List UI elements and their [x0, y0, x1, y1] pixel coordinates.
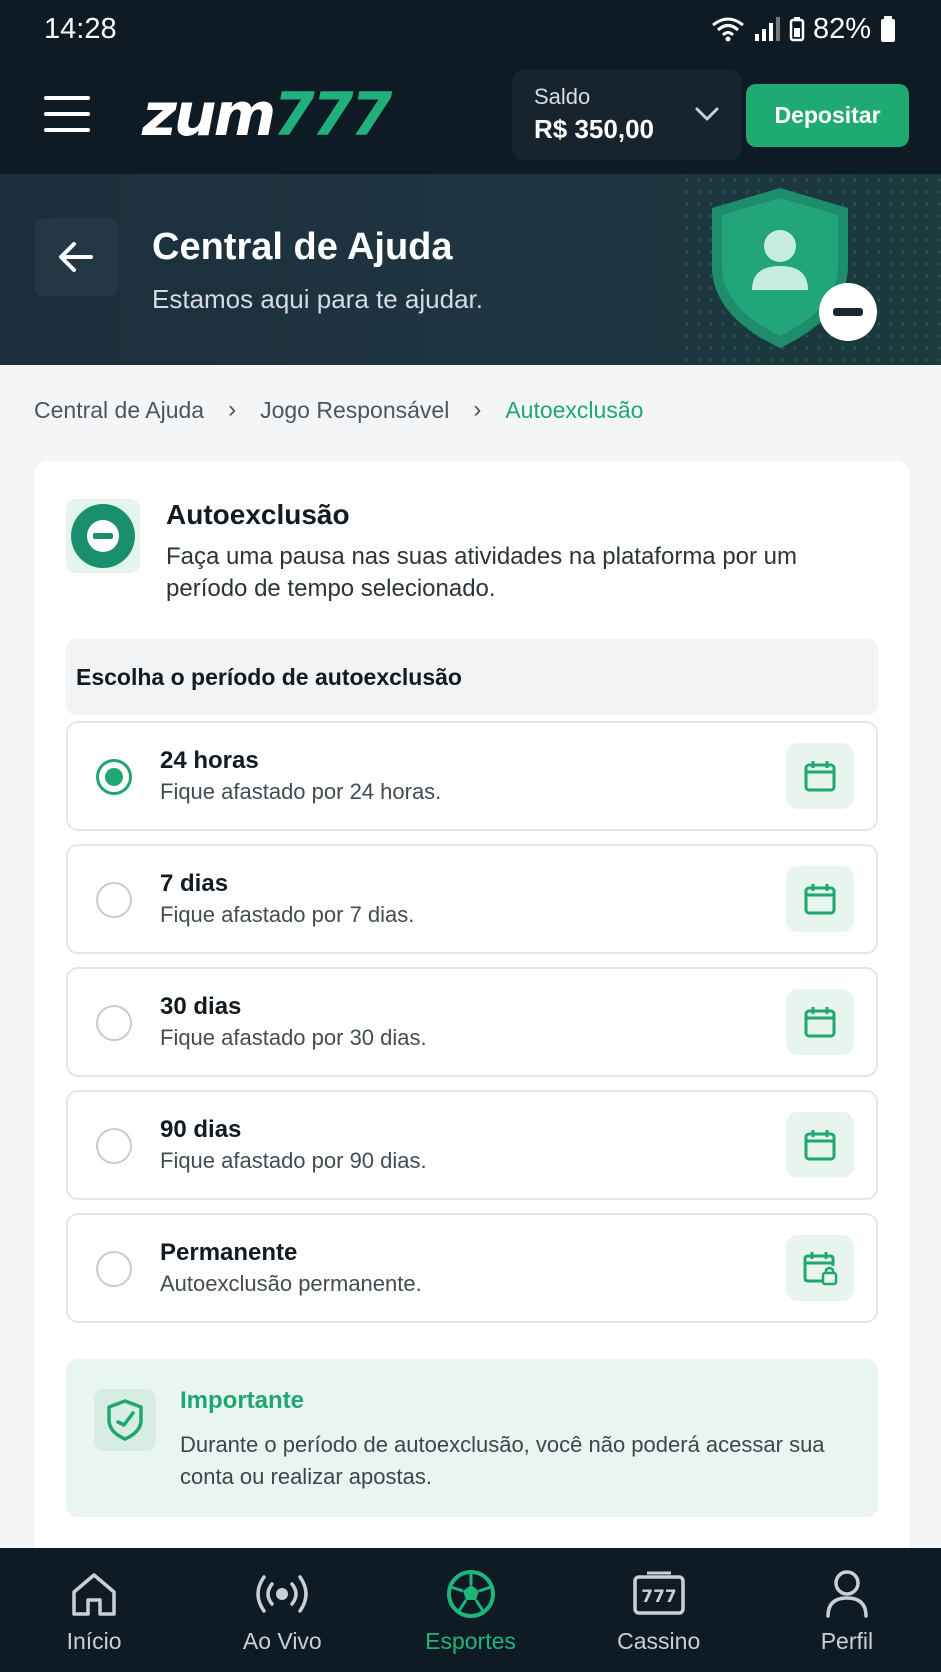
option-30-days[interactable]: 30 dias Fique afastado por 30 dias. [66, 967, 878, 1077]
battery-level: 82% [812, 12, 871, 45]
radio-button-selected[interactable] [96, 759, 132, 795]
wifi-icon [712, 17, 744, 42]
shield-user-minus-icon [712, 188, 877, 348]
nav-label: Perfil [820, 1628, 874, 1654]
calendar-lock-icon [786, 1235, 854, 1301]
option-title: 7 dias [160, 870, 229, 897]
battery-icon [881, 16, 895, 42]
breadcrumb-responsible-gaming[interactable]: Jogo Responsável [260, 397, 449, 424]
option-7-days[interactable]: 7 dias Fique afastado por 7 dias. [66, 844, 878, 954]
option-subtitle: Autoexclusão permanente. [160, 1271, 422, 1296]
option-title: Permanente [160, 1239, 298, 1266]
notice-text: Durante o período de autoexclusão, você … [180, 1432, 825, 1489]
nav-item-cassino[interactable]: 777 Cassino [565, 1548, 753, 1672]
status-time: 14:28 [44, 12, 117, 45]
balance-value: R$ 350,00 [534, 114, 654, 144]
home-icon [69, 1568, 119, 1620]
option-subtitle: Fique afastado por 90 dias. [160, 1148, 427, 1173]
option-24-hours[interactable]: 24 horas Fique afastado por 24 horas. [66, 721, 878, 831]
radio-button[interactable] [96, 1005, 132, 1041]
brand-logo[interactable]: zum777 [142, 80, 392, 150]
option-subtitle: Fique afastado por 24 horas. [160, 779, 442, 804]
minus-circle-icon [66, 499, 140, 573]
option-subtitle: Fique afastado por 7 dias. [160, 902, 415, 927]
arrow-left-icon [59, 242, 93, 272]
logo-text: zum [142, 80, 276, 150]
hamburger-icon-line [44, 112, 90, 116]
option-title: 90 dias [160, 1116, 242, 1143]
card-title: Autoexclusão [166, 499, 350, 530]
bottom-nav: Início Ao Vivo Esportes 777 Cassino Perf… [0, 1548, 941, 1672]
nav-label: Início [66, 1628, 122, 1654]
svg-text:777: 777 [641, 1587, 677, 1607]
option-permanent[interactable]: Permanente Autoexclusão permanente. [66, 1213, 878, 1323]
calendar-icon [786, 866, 854, 932]
calendar-icon [786, 1112, 854, 1178]
nav-item-inicio[interactable]: Início [0, 1548, 188, 1672]
nav-label: Cassino [617, 1628, 701, 1654]
live-icon [254, 1568, 310, 1620]
hamburger-icon-line [44, 128, 90, 132]
option-title: 24 horas [160, 747, 259, 774]
soccer-ball-icon [446, 1568, 496, 1620]
period-header: Escolha o período de autoexclusão [66, 639, 878, 715]
card-description: Faça uma pausa nas suas atividades na pl… [166, 543, 798, 602]
radio-button[interactable] [96, 1128, 132, 1164]
shield-check-icon [94, 1389, 156, 1451]
nav-item-perfil[interactable]: Perfil [753, 1548, 941, 1672]
chevron-right-icon: › [228, 396, 237, 423]
self-exclusion-card: Autoexclusão Faça uma pausa nas suas ati… [34, 461, 910, 1561]
back-button[interactable] [34, 218, 118, 296]
nav-item-ao-vivo[interactable]: Ao Vivo [188, 1548, 376, 1672]
hero-banner: Central de Ajuda Estamos aqui para te aj… [0, 174, 941, 365]
breadcrumb: Central de Ajuda › Jogo Responsável › Au… [34, 396, 643, 424]
radio-button[interactable] [96, 882, 132, 918]
app-header: zum777 Saldo R$ 350,00 Depositar [0, 58, 941, 174]
option-title: 30 dias [160, 993, 242, 1020]
slot-machine-icon: 777 [632, 1568, 686, 1620]
balance-dropdown[interactable]: Saldo R$ 350,00 [512, 70, 742, 160]
battery-saver-icon [789, 17, 805, 42]
breadcrumb-current: Autoexclusão [505, 396, 644, 423]
important-notice: Importante Durante o período de autoexcl… [66, 1359, 878, 1517]
logo-number: 777 [273, 80, 392, 150]
signal-icon [754, 17, 780, 41]
status-bar: 14:28 82% [0, 0, 941, 58]
breadcrumb-help-center[interactable]: Central de Ajuda [34, 397, 204, 424]
radio-button[interactable] [96, 1251, 132, 1287]
page-subtitle: Estamos aqui para te ajudar. [152, 284, 483, 314]
balance-label: Saldo [534, 84, 591, 109]
nav-label: Esportes [425, 1628, 516, 1654]
user-icon [824, 1568, 870, 1620]
notice-title: Importante [180, 1387, 305, 1414]
chevron-right-icon: › [473, 396, 482, 423]
status-icons: 82% [711, 13, 897, 46]
menu-button[interactable] [44, 96, 90, 132]
hamburger-icon-line [44, 96, 90, 100]
calendar-icon [786, 743, 854, 809]
deposit-button[interactable]: Depositar [746, 84, 909, 147]
nav-item-esportes[interactable]: Esportes [376, 1548, 564, 1672]
nav-label: Ao Vivo [242, 1628, 322, 1654]
option-90-days[interactable]: 90 dias Fique afastado por 90 dias. [66, 1090, 878, 1200]
page-title: Central de Ajuda [152, 226, 453, 268]
calendar-icon [786, 989, 854, 1055]
option-subtitle: Fique afastado por 30 dias. [160, 1025, 427, 1050]
chevron-down-icon [695, 107, 719, 121]
